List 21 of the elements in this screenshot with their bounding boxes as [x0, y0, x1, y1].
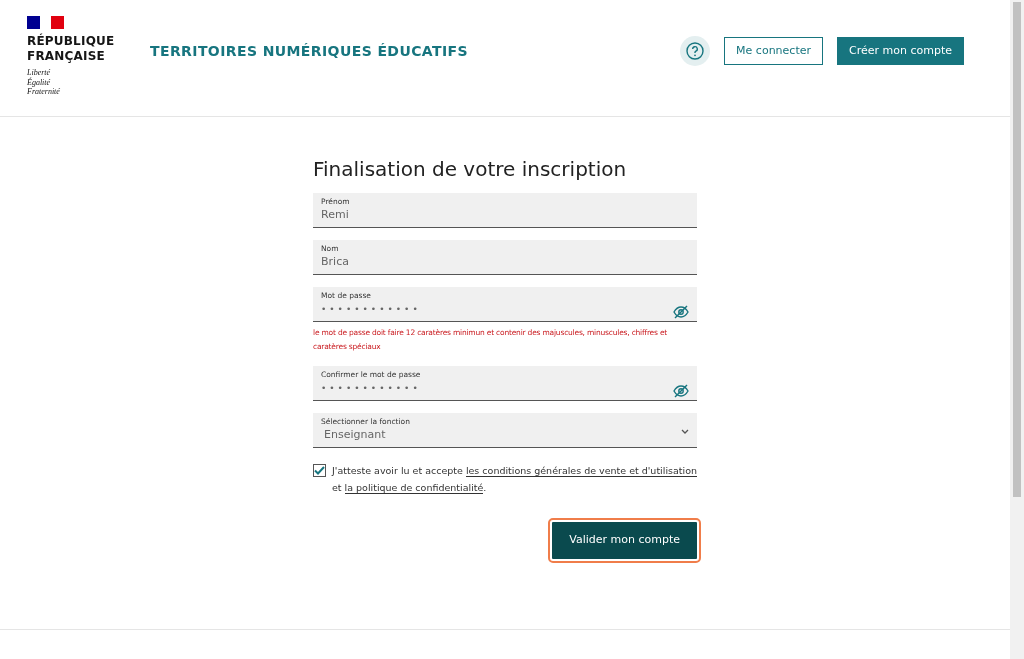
- field-value: ••••••••••••: [321, 303, 422, 316]
- field-value: Brica: [321, 254, 350, 270]
- logo-text: RÉPUBLIQUE: [27, 34, 116, 49]
- field-value: Enseignant: [323, 427, 387, 443]
- checkbox[interactable]: [313, 464, 326, 477]
- terms-link[interactable]: les conditions générales de vente et d'utilisation: [465, 465, 697, 477]
- field-value: Remi: [321, 207, 350, 223]
- signup-button[interactable]: Créer mon compte: [837, 36, 964, 66]
- field-value: ••••••••••••: [321, 382, 422, 395]
- site-title: TERRITOIRES NUMÉRIQUES ÉDUCATIFS: [150, 42, 468, 61]
- motto-text: Fraternité: [27, 87, 61, 97]
- form-title: Finalisation de votre inscription: [313, 157, 628, 181]
- motto-text: Liberté: [27, 68, 52, 77]
- login-button[interactable]: Me connecter: [724, 36, 823, 66]
- chevron-icon: [681, 429, 689, 435]
- logo-text: FRANÇAISE: [27, 49, 106, 64]
- scrollbar[interactable]: [1010, 0, 1024, 659]
- motto-text: Égalité: [27, 77, 52, 87]
- consent-text: J'atteste avoir lu et accepte les conditions générales de vente et d'utilisation et la politique de confidentialité.: [332, 464, 697, 496]
- help-icon[interactable]: [680, 36, 711, 66]
- flag-icon: [27, 16, 64, 29]
